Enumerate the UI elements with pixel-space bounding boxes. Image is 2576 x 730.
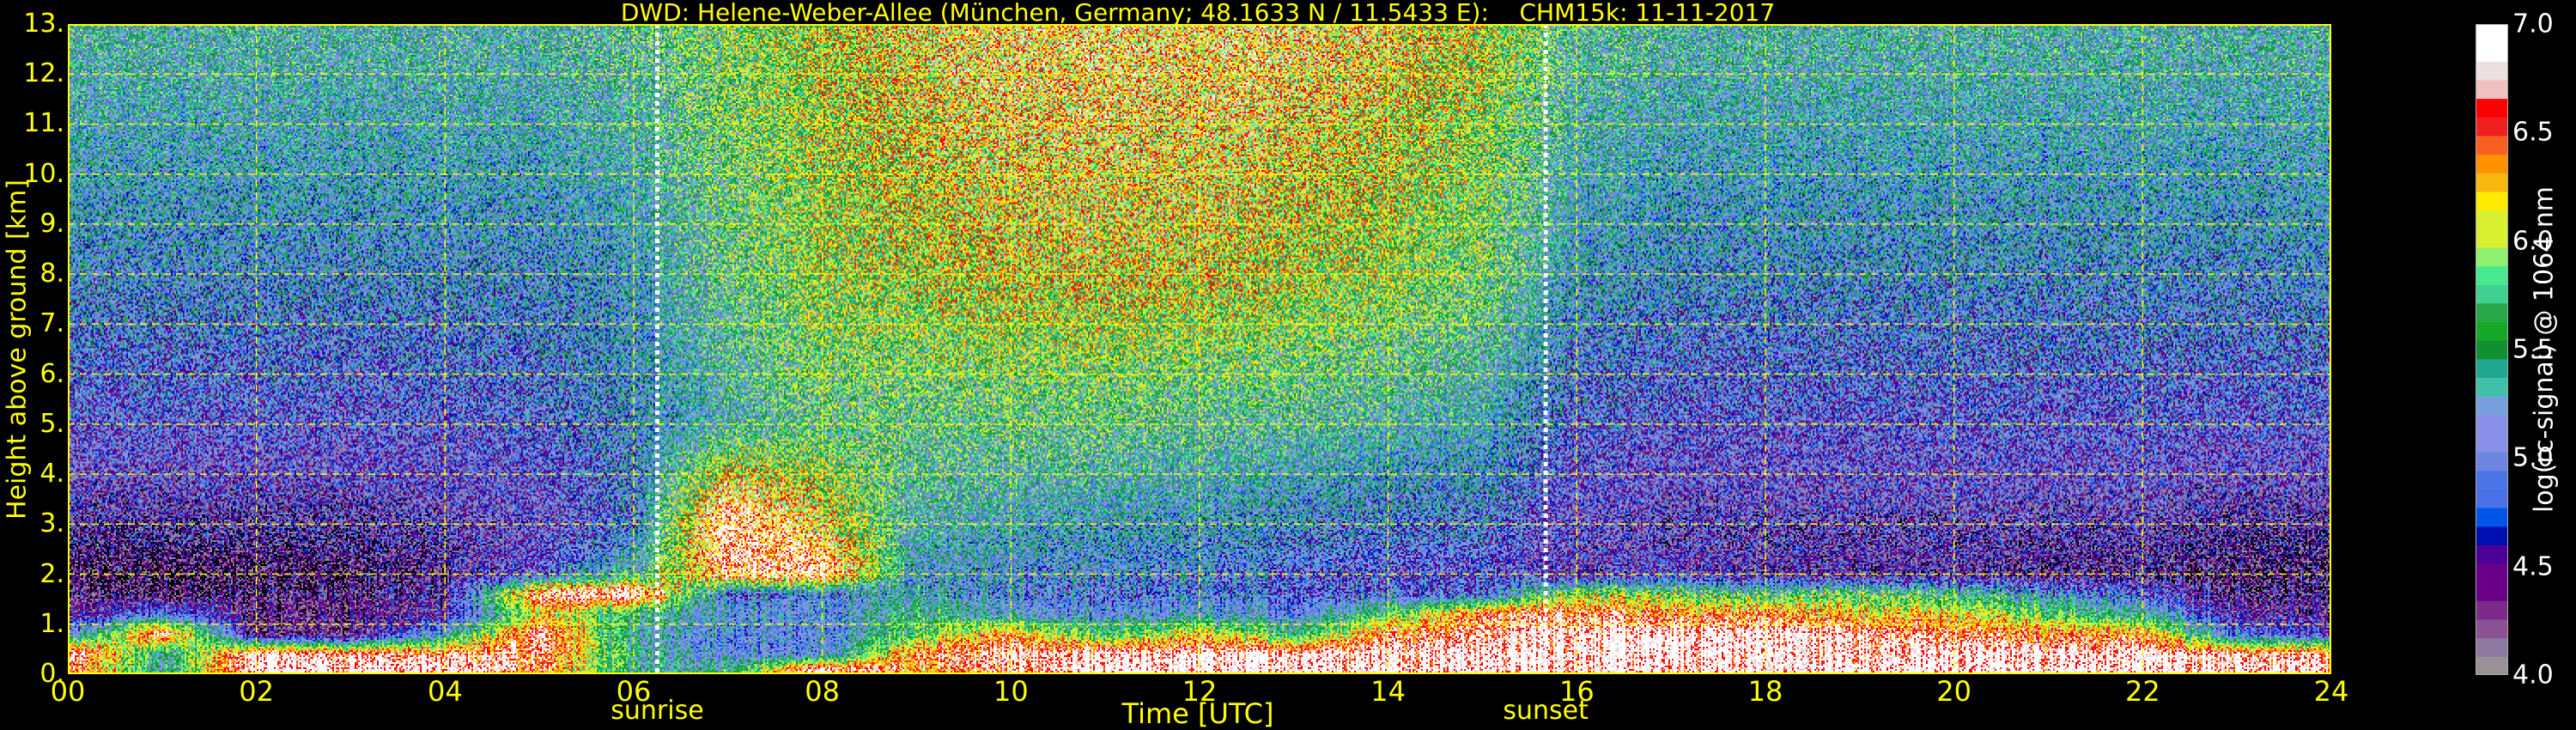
colorbar-band <box>2476 508 2508 527</box>
y-tick-label: 8. <box>39 259 64 289</box>
x-tick-label: 18 <box>1747 675 1783 708</box>
colorbar-band <box>2476 302 2508 323</box>
colorbar-tick-label: 4.5 <box>2512 551 2554 582</box>
colorbar-band <box>2476 470 2508 490</box>
colorbar-band <box>2476 61 2508 81</box>
x-tick-label: 02 <box>239 675 275 708</box>
y-tick-label: 4. <box>39 459 64 490</box>
sunrise-label: sunrise <box>611 696 704 726</box>
colorbar-band <box>2476 321 2508 341</box>
colorbar-band <box>2476 600 2508 620</box>
colorbar-tick-label: 6.5 <box>2512 117 2554 148</box>
colorbar-band <box>2476 619 2508 639</box>
chart-title: DWD: Helene-Weber-Allee (München, German… <box>620 0 1776 27</box>
y-tick-label: 6. <box>39 358 64 389</box>
plot-overlay <box>68 24 2331 674</box>
colorbar-band <box>2476 42 2508 62</box>
x-tick-label: 24 <box>2313 675 2349 708</box>
y-tick-label: 2. <box>39 558 64 589</box>
colorbar-band <box>2476 117 2508 137</box>
colorbar-band <box>2476 526 2508 545</box>
x-tick-label: 10 <box>993 675 1029 708</box>
x-tick-label: 20 <box>1936 675 1972 708</box>
colorbar-band <box>2476 284 2508 304</box>
colorbar <box>2476 24 2508 675</box>
y-tick-label: 13. <box>23 9 64 39</box>
colorbar-band <box>2476 191 2508 211</box>
x-tick-label: 00 <box>50 675 86 708</box>
colorbar-band <box>2476 581 2508 601</box>
colorbar-band <box>2476 433 2508 453</box>
y-tick-label: 7. <box>39 308 64 339</box>
y-axis-label: Height above ground [km] <box>2 179 33 520</box>
y-tick-label: 12. <box>23 58 64 89</box>
colorbar-band <box>2476 79 2508 100</box>
colorbar-band <box>2476 377 2508 397</box>
colorbar-band <box>2476 452 2508 471</box>
colorbar-band <box>2476 228 2508 248</box>
colorbar-band <box>2476 173 2508 192</box>
x-tick-label: 14 <box>1370 675 1406 708</box>
colorbar-band <box>2476 358 2508 378</box>
colorbar-band <box>2476 135 2508 155</box>
colorbar-band <box>2476 24 2508 44</box>
x-tick-label: 08 <box>805 675 841 708</box>
y-tick-label: 1. <box>39 608 64 639</box>
colorbar-band <box>2476 98 2508 118</box>
colorbar-band <box>2476 210 2508 229</box>
y-tick-label: 11. <box>23 108 64 139</box>
colorbar-label: log(rc-signal) @ 1064 nm <box>2529 186 2560 514</box>
y-tick-label: 5. <box>39 408 64 439</box>
x-axis-label: Time [UTC] <box>1121 697 1274 730</box>
sunset-label: sunset <box>1503 696 1589 726</box>
colorbar-band <box>2476 414 2508 434</box>
x-tick-label: 04 <box>427 675 463 708</box>
colorbar-tick-label: 4.0 <box>2512 660 2554 690</box>
colorbar-band <box>2476 489 2508 508</box>
y-tick-label: 9. <box>39 208 64 239</box>
x-tick-label: 22 <box>2124 675 2160 708</box>
colorbar-band <box>2476 656 2508 675</box>
colorbar-band <box>2476 637 2508 657</box>
colorbar-band <box>2476 544 2508 564</box>
colorbar-band <box>2476 265 2508 285</box>
colorbar-band <box>2476 340 2508 360</box>
plot-area <box>68 24 2331 674</box>
colorbar-tick-label: 7.0 <box>2512 9 2554 40</box>
colorbar-band <box>2476 563 2508 583</box>
y-tick-label: 3. <box>39 508 64 539</box>
colorbar-band <box>2476 154 2508 173</box>
colorbar-band <box>2476 396 2508 416</box>
colorbar-band <box>2476 246 2508 267</box>
